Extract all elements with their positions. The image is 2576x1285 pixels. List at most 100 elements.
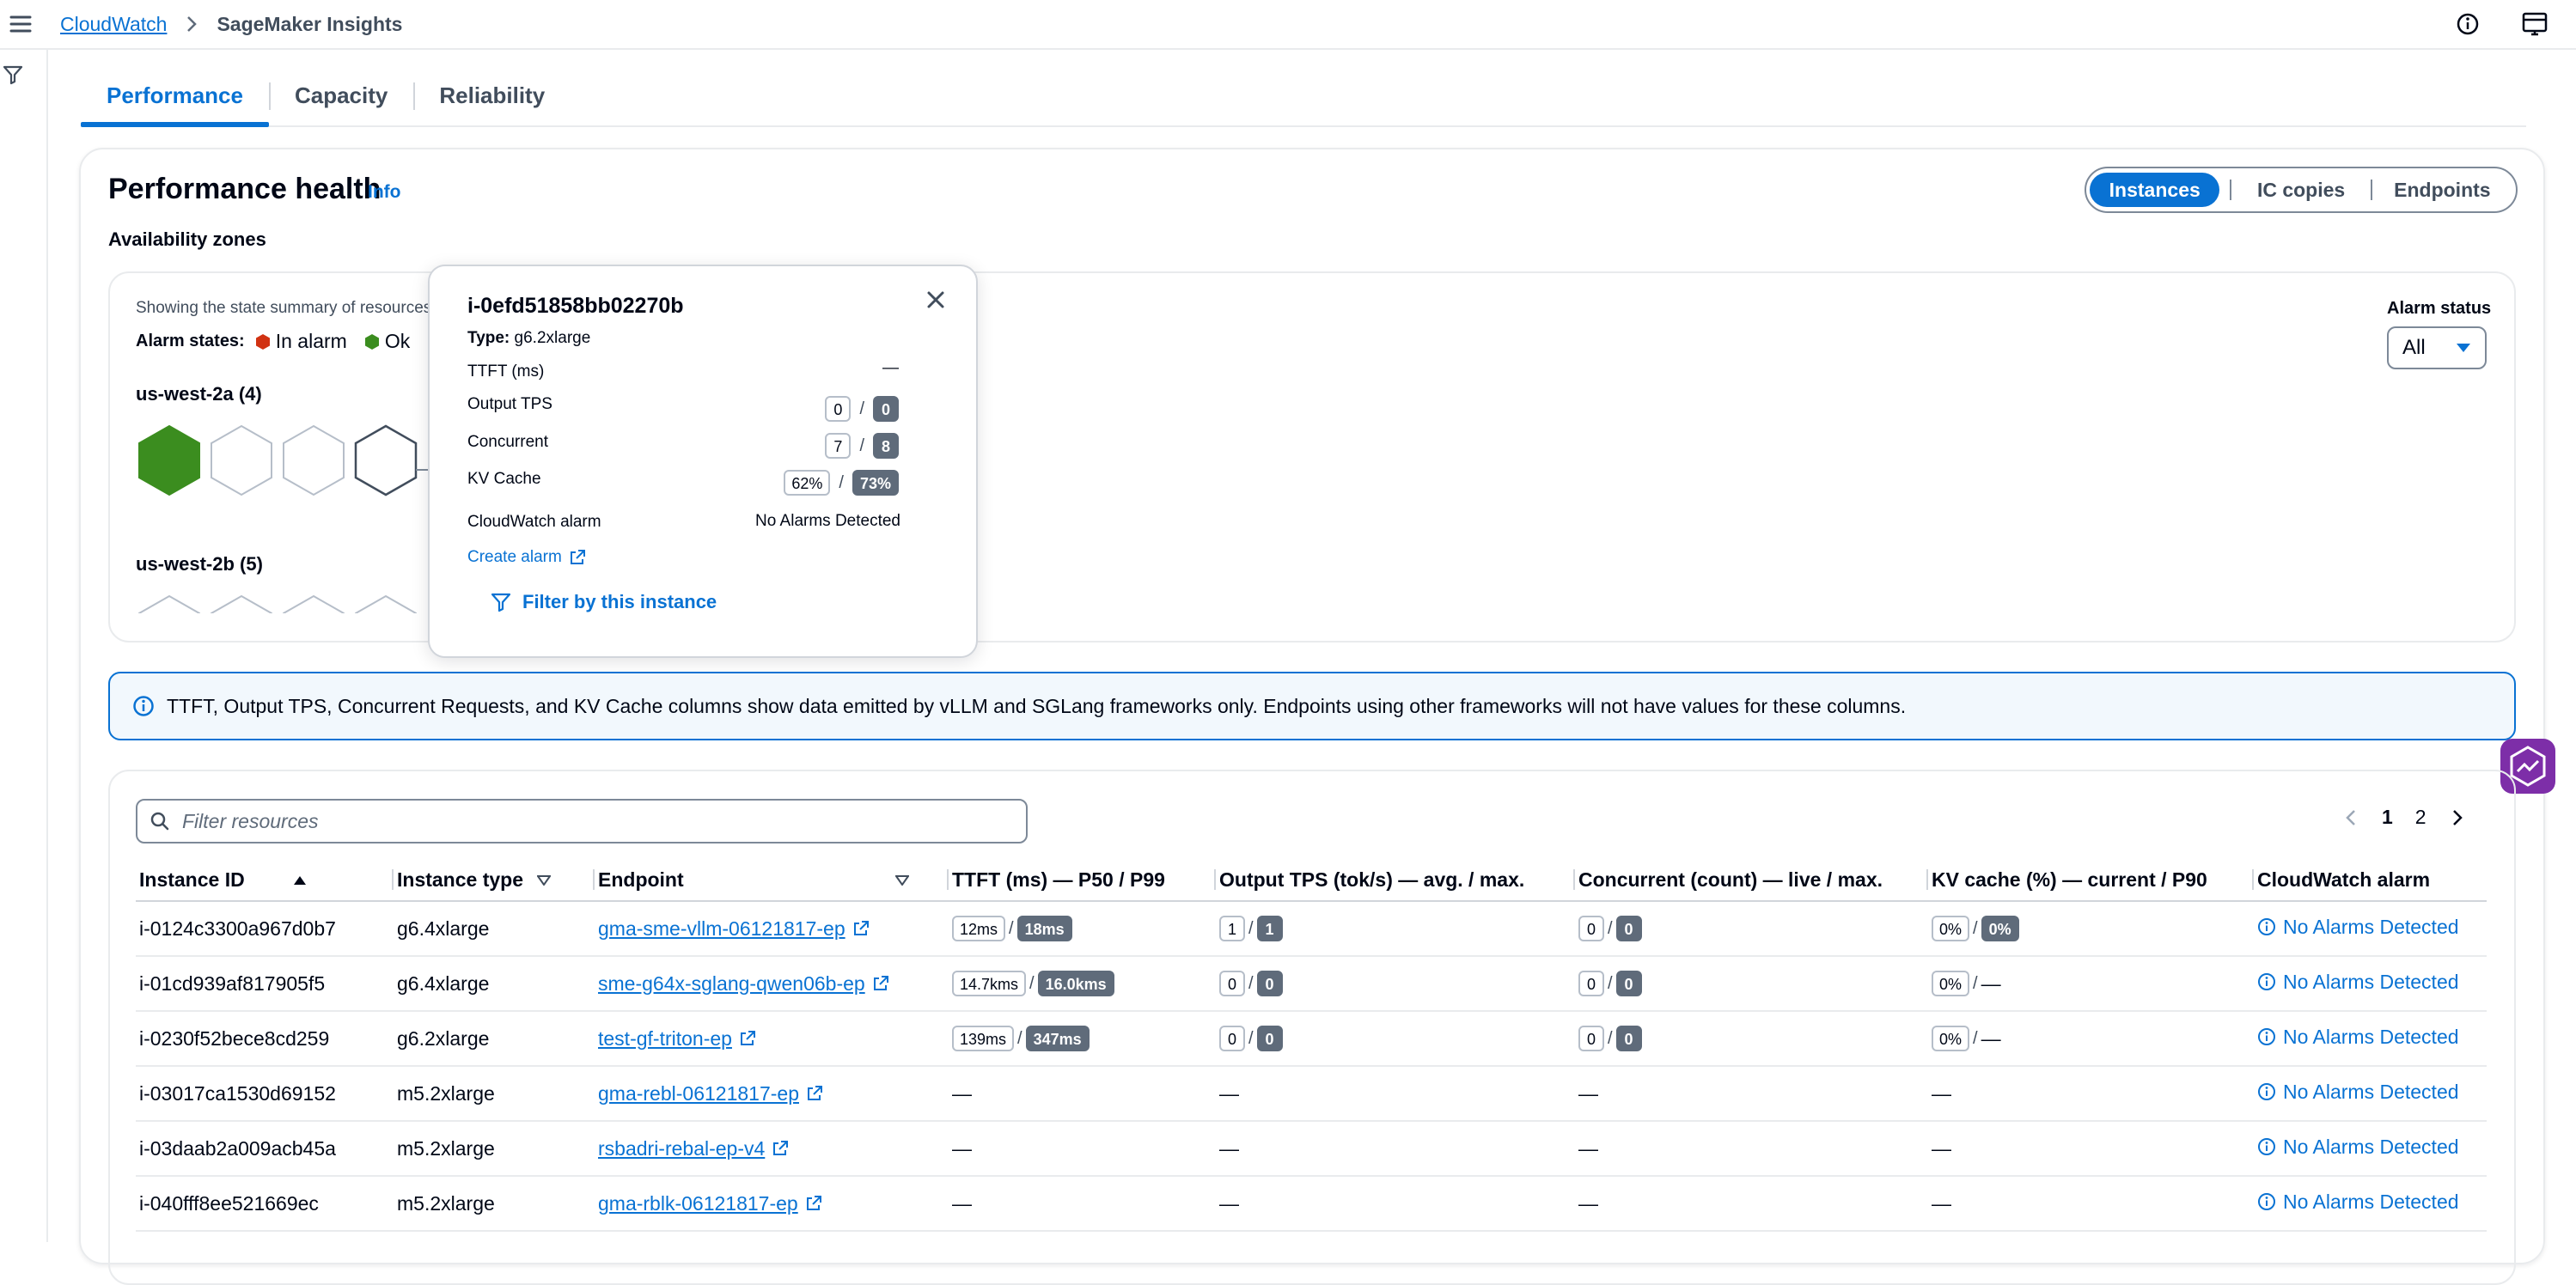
no-alarms-label: No Alarms Detected xyxy=(2283,1135,2459,1158)
endpoint-link[interactable]: gma-rblk-06121817-ep xyxy=(598,1192,822,1215)
empty-value-dash: — xyxy=(1932,1081,1951,1105)
no-alarms-link[interactable]: No Alarms Detected xyxy=(2257,1191,2459,1214)
tab-performance[interactable]: Performance xyxy=(81,67,269,127)
instance-hex[interactable] xyxy=(210,424,273,496)
table-row: i-03017ca1530d69152 m5.2xlarge gma-rebl-06… xyxy=(136,1066,2487,1122)
concurrent-first-pill: 0 xyxy=(1578,1026,1604,1051)
concurrent-column-cell: — xyxy=(1575,1176,1928,1232)
popover-tps-label: Output TPS xyxy=(467,395,552,413)
endpoint-link-label: rsbadri-rebal-ep-v4 xyxy=(598,1136,766,1160)
external-link-icon xyxy=(853,921,869,935)
popover-instance-id: i-0efd51858bb02270b xyxy=(467,294,684,318)
legend-in-alarm-label: In alarm xyxy=(275,330,347,352)
kv-second: — xyxy=(1981,971,2001,995)
info-link[interactable]: Info xyxy=(368,182,400,203)
endpoint-link[interactable]: gma-rebl-06121817-ep xyxy=(598,1082,823,1105)
filter-resources-input[interactable] xyxy=(180,808,957,834)
column-header-cloudwatch-alarm: CloudWatch alarm xyxy=(2254,859,2487,902)
instance-type-cell: g6.4xlarge xyxy=(394,956,595,1012)
external-link-icon xyxy=(570,550,585,564)
instance-hex-ok[interactable] xyxy=(137,424,201,496)
tps-first-pill: 1 xyxy=(1219,916,1245,941)
empty-value-dash: — xyxy=(1932,1136,1951,1160)
endpoint-link[interactable]: sme-g64x-sglang-qwen06b-ep xyxy=(598,972,889,996)
no-alarms-link[interactable]: No Alarms Detected xyxy=(2257,1081,2459,1104)
alarm-status-select[interactable]: All xyxy=(2387,326,2487,369)
breadcrumb-cloudwatch-link[interactable]: CloudWatch xyxy=(60,11,167,37)
instance-id-cell: i-0230f52bece8cd259 xyxy=(136,1011,394,1067)
instance-hex[interactable] xyxy=(210,594,273,613)
instance-type-header-label: Instance type xyxy=(397,868,523,891)
alarm-states-legend: Alarm states: In alarm Ok xyxy=(136,330,427,353)
kv-cell: 0% / — xyxy=(1932,971,2001,996)
no-alarms-link[interactable]: No Alarms Detected xyxy=(2257,916,2459,939)
ttft-second-pill: 18ms xyxy=(1016,916,1072,941)
instance-hex-selected[interactable] xyxy=(354,424,418,496)
concurrent-cell: 0/0 xyxy=(1578,971,1642,996)
endpoint-link-label: test-gf-triton-ep xyxy=(598,1026,732,1050)
empty-value-dash: — xyxy=(1932,1191,1951,1215)
popover-ttft-label: TTFT (ms) xyxy=(467,362,545,381)
column-header-endpoint[interactable]: Endpoint xyxy=(595,859,949,902)
instance-hex[interactable] xyxy=(282,424,345,496)
filter-icon[interactable] xyxy=(2,64,24,86)
concurrent-column-cell: — xyxy=(1575,1066,1928,1122)
ttft-cell: 139ms/347ms xyxy=(952,1026,1090,1051)
tab-reliability[interactable]: Reliability xyxy=(413,67,571,125)
endpoint-link-label: sme-g64x-sglang-qwen06b-ep xyxy=(598,971,865,995)
segment-ic-copies[interactable]: IC copies xyxy=(2231,173,2370,207)
split-panel-icon[interactable] xyxy=(2521,10,2549,38)
close-icon[interactable] xyxy=(923,287,949,313)
no-alarms-link[interactable]: No Alarms Detected xyxy=(2257,971,2459,994)
no-alarms-link[interactable]: No Alarms Detected xyxy=(2257,1136,2459,1159)
concurrent-second-pill: 0 xyxy=(1615,1026,1642,1051)
instance-hex[interactable] xyxy=(282,594,345,613)
popover-type: Type: g6.2xlarge xyxy=(467,329,590,348)
create-alarm-label: Create alarm xyxy=(467,548,562,566)
tab-capacity[interactable]: Capacity xyxy=(268,67,413,125)
concurrent-column-cell: 0/0 xyxy=(1575,1011,1928,1067)
external-link-icon xyxy=(773,1141,789,1155)
column-header-instance-id[interactable]: Instance ID xyxy=(136,859,394,902)
external-link-icon xyxy=(808,1086,822,1100)
page-2[interactable]: 2 xyxy=(2415,806,2426,829)
kv-p90-pill: 73% xyxy=(852,470,899,496)
instance-hex[interactable] xyxy=(137,594,201,613)
instance-hex[interactable] xyxy=(354,594,418,613)
alarm-status-label: Alarm status xyxy=(2387,299,2492,318)
column-header-concurrent: Concurrent (count) — live / max. xyxy=(1575,859,1928,902)
segment-instances[interactable]: Instances xyxy=(2090,173,2220,207)
concurrent-cell: 0/0 xyxy=(1578,1026,1642,1051)
table-row: i-0230f52bece8cd259 g6.2xlarge test-gf-tri… xyxy=(136,1011,2487,1067)
chevron-right-icon[interactable] xyxy=(2449,808,2466,827)
info-circle-icon xyxy=(133,696,154,716)
page-1[interactable]: 1 xyxy=(2382,806,2393,829)
empty-value-dash: — xyxy=(1219,1191,1239,1215)
menu-icon[interactable] xyxy=(9,12,33,36)
create-alarm-link[interactable]: Create alarm xyxy=(467,548,586,567)
endpoint-link[interactable]: gma-sme-vllm-06121817-ep xyxy=(598,917,870,941)
endpoint-cell: gma-rebl-06121817-ep xyxy=(595,1066,949,1122)
resources-table: Instance ID Instance type Endpoint TTFT … xyxy=(136,859,2487,1232)
popover-ttft-value: — xyxy=(882,359,899,378)
ttft-column-cell: 139ms/347ms xyxy=(949,1011,1216,1067)
pagination: 1 2 xyxy=(2342,806,2466,829)
popover-concurrent-value: 7 / 8 xyxy=(825,433,899,459)
endpoint-cell: test-gf-triton-ep xyxy=(595,1011,949,1067)
segment-endpoints[interactable]: Endpoints xyxy=(2372,173,2512,207)
external-link-icon xyxy=(806,1196,821,1210)
column-header-instance-type[interactable]: Instance type xyxy=(394,859,595,902)
concurrent-live-pill: 7 xyxy=(825,433,852,459)
info-icon[interactable] xyxy=(2456,12,2480,36)
endpoint-link[interactable]: test-gf-triton-ep xyxy=(598,1027,756,1051)
chevron-left-icon[interactable] xyxy=(2342,808,2359,827)
separator-slash: / xyxy=(859,435,864,455)
ok-hex-icon xyxy=(364,333,379,350)
separator-slash: / xyxy=(1973,918,1978,938)
separator-slash: / xyxy=(1608,918,1613,938)
filter-by-instance-button[interactable]: Filter by this instance xyxy=(490,591,717,613)
instance-id-cell: i-01cd939af817905f5 xyxy=(136,956,394,1012)
tps-second-pill: 0 xyxy=(1256,971,1283,996)
no-alarms-link[interactable]: No Alarms Detected xyxy=(2257,1026,2459,1049)
endpoint-link[interactable]: rsbadri-rebal-ep-v4 xyxy=(598,1137,789,1160)
